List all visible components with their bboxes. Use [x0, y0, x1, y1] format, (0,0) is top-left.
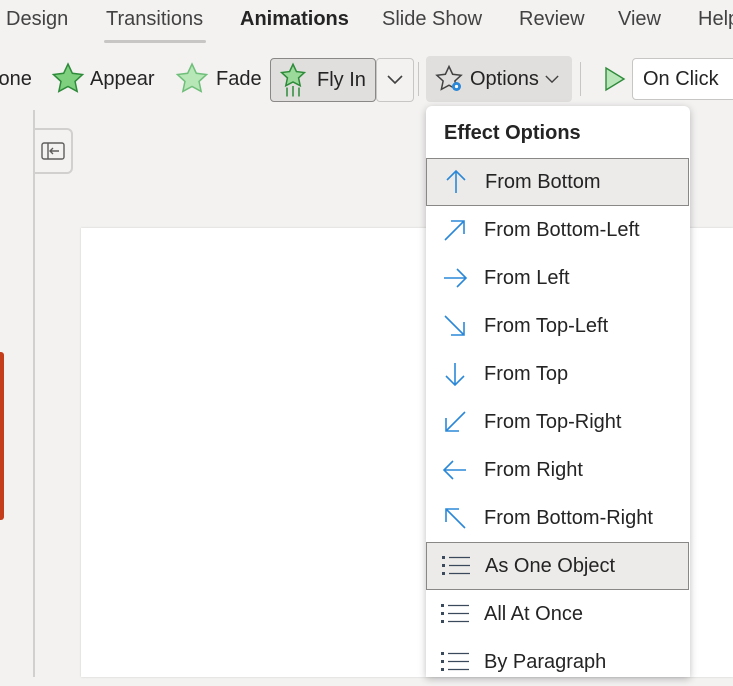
arrow-down-icon — [445, 363, 465, 387]
menu-item-label: From Top-Right — [484, 410, 622, 433]
star-flyin-icon — [279, 62, 307, 97]
arrow-down-right-icon — [444, 315, 465, 336]
menu-item-label: From Bottom-Right — [484, 506, 653, 529]
effect-options-menu: Effect Options From Bottom From Bottom-L… — [426, 106, 690, 677]
tab-view[interactable]: View — [618, 8, 661, 31]
slide-thumbnail-edge[interactable] — [0, 352, 4, 520]
menu-item-by-paragraph[interactable]: By Paragraph — [426, 638, 689, 686]
preview-button[interactable] — [602, 60, 626, 98]
menu-item-as-one-object[interactable]: As One Object — [426, 542, 689, 590]
menu-item-label: From Bottom — [485, 170, 601, 193]
menu-item-label: All At Once — [484, 602, 583, 625]
tab-slide-show[interactable]: Slide Show — [382, 8, 482, 31]
effect-options-button[interactable]: Options — [426, 56, 572, 102]
menu-item-from-bottom[interactable]: From Bottom — [426, 158, 689, 206]
menu-item-label: From Right — [484, 458, 583, 481]
list-icon — [442, 556, 470, 575]
menu-item-from-bottom-left[interactable]: From Bottom-Left — [426, 206, 689, 254]
thumbnail-pane-border — [33, 110, 35, 677]
menu-item-from-top-right[interactable]: From Top-Right — [426, 398, 689, 446]
menu-item-from-left[interactable]: From Left — [426, 254, 689, 302]
play-icon — [605, 66, 626, 92]
star-icon — [51, 62, 85, 93]
list-icon — [441, 604, 469, 623]
menu-item-label: From Left — [484, 266, 570, 289]
menu-item-from-right[interactable]: From Right — [426, 446, 689, 494]
collapse-pane-icon — [41, 142, 65, 160]
appear-animation-button[interactable]: Appear — [50, 60, 155, 98]
arrow-up-left-icon — [445, 508, 466, 529]
arrow-right-icon — [444, 268, 468, 288]
more-animations-dropdown[interactable] — [376, 58, 414, 102]
list-icon — [441, 652, 469, 671]
menu-title: Effect Options — [444, 122, 581, 144]
tab-animations[interactable]: Animations — [240, 8, 349, 31]
ribbon-tabs: Design Transitions Animations Slide Show… — [0, 0, 733, 46]
onclick-label: On Click — [643, 67, 719, 90]
menu-item-from-bottom-right[interactable]: From Bottom-Right — [426, 494, 689, 542]
toolbar-divider — [580, 62, 581, 96]
appear-label: Appear — [90, 67, 155, 90]
fade-label: Fade — [216, 67, 262, 90]
menu-item-label: As One Object — [485, 554, 616, 577]
menu-item-label: By Paragraph — [484, 650, 607, 673]
tab-review[interactable]: Review — [519, 8, 585, 31]
collapse-pane-button[interactable] — [35, 128, 73, 174]
options-label: Options — [470, 67, 539, 90]
menu-item-from-top[interactable]: From Top — [426, 350, 689, 398]
toolbar-divider — [418, 62, 419, 96]
arrow-down-left-icon — [445, 411, 466, 432]
menu-item-from-top-left[interactable]: From Top-Left — [426, 302, 689, 350]
arrow-up-right-icon — [444, 220, 465, 241]
flyin-label: Fly In — [317, 68, 366, 91]
menu-item-label: From Top-Left — [484, 314, 609, 337]
tab-help[interactable]: Help — [698, 8, 733, 31]
animations-toolbar: None Appear Fade Fly In O — [0, 50, 733, 110]
tab-transitions[interactable]: Transitions — [106, 8, 203, 31]
chevron-down-icon — [387, 75, 403, 85]
menu-item-label: From Bottom-Left — [484, 218, 640, 241]
none-animation-button[interactable]: None — [0, 60, 32, 98]
none-label: None — [0, 67, 32, 90]
menu-item-all-at-once[interactable]: All At Once — [426, 590, 689, 638]
start-trigger-select[interactable]: On Click — [632, 58, 733, 100]
star-gear-icon — [435, 64, 463, 91]
flyin-animation-button[interactable]: Fly In — [270, 58, 376, 102]
menu-item-label: From Top — [484, 362, 569, 385]
tab-design[interactable]: Design — [6, 8, 68, 31]
tab-hover-underline — [104, 40, 206, 43]
chevron-down-icon — [545, 75, 559, 83]
star-fade-icon — [175, 62, 209, 93]
arrow-up-icon — [446, 169, 466, 193]
arrow-left-icon — [442, 460, 466, 480]
fade-animation-button[interactable]: Fade — [174, 60, 262, 98]
